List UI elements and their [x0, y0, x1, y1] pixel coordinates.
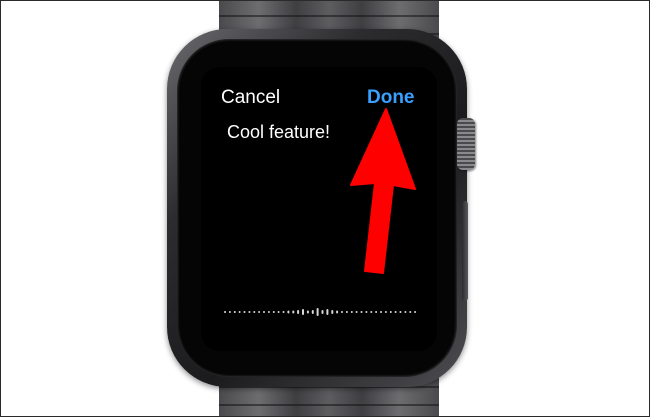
waveform-bar [238, 311, 241, 313]
waveform-bar [272, 311, 275, 313]
waveform-bar [394, 311, 397, 313]
waveform-bar [326, 309, 329, 315]
waveform-bar [258, 311, 261, 313]
waveform-bar [331, 310, 334, 314]
waveform-bar [263, 311, 265, 313]
waveform-bar [248, 311, 251, 313]
screenshot-frame: Cancel Done Cool feature! [0, 0, 650, 417]
waveform-bar [350, 311, 353, 313]
waveform-bar [224, 311, 226, 313]
waveform-bar [365, 311, 368, 313]
waveform-bar [233, 311, 236, 313]
waveform-bar [404, 311, 407, 313]
digital-crown-icon[interactable] [457, 118, 475, 170]
waveform-bar [409, 311, 412, 313]
waveform-bar [243, 311, 246, 313]
waveform-bar [370, 311, 373, 313]
cancel-button[interactable]: Cancel [221, 87, 280, 109]
waveform-bar [375, 311, 378, 313]
waveform-bar [321, 310, 324, 314]
waveform-bar [277, 311, 280, 313]
side-button[interactable] [462, 201, 468, 301]
waveform-bar [345, 311, 348, 313]
waveform-bar [311, 310, 314, 314]
waveform-bar [399, 311, 402, 313]
waveform-bar [336, 310, 339, 314]
waveform-bar [287, 310, 290, 314]
waveform-bar [253, 311, 256, 313]
waveform-bar [341, 311, 343, 313]
dictated-text: Cool feature! [227, 122, 331, 142]
waveform-bar [297, 310, 300, 314]
red-arrow-icon [350, 108, 416, 274]
audio-waveform-icon [224, 308, 417, 316]
waveform-bar [389, 311, 392, 313]
waveform-bar [360, 311, 363, 313]
waveform-bar [302, 309, 304, 315]
waveform-bar [316, 308, 319, 316]
waveform-bar [306, 310, 309, 314]
waveform-bar [267, 311, 270, 313]
waveform-bar [228, 311, 231, 313]
waveform-bar [384, 311, 387, 313]
waveform-bar [292, 310, 295, 314]
waveform-bar [380, 311, 382, 313]
waveform-bar [355, 311, 358, 313]
waveform-bar [282, 311, 285, 313]
waveform-bar [414, 311, 417, 313]
